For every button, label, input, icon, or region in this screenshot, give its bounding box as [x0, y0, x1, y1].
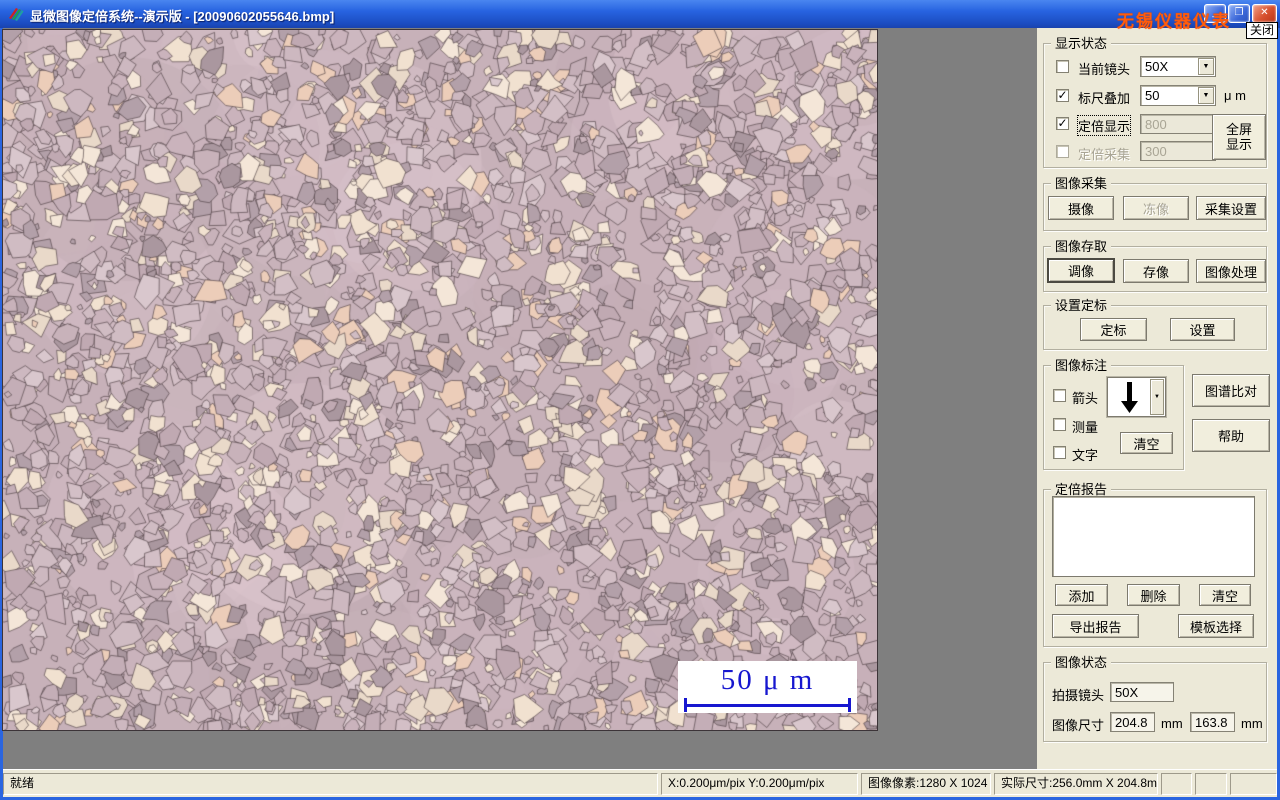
title-bar: 显微图像定倍系统--演示版 - [20090602055646.bmp] _ ❐… — [0, 0, 1280, 28]
group-storage-title: 图像存取 — [1051, 239, 1112, 254]
status-empty-panel — [1161, 773, 1192, 795]
current-lens-checkbox[interactable] — [1056, 60, 1069, 73]
scale-bar-overlay: 50 μ m — [678, 661, 857, 713]
help-button[interactable]: 帮助 — [1192, 419, 1270, 452]
status-empty-panel — [1230, 773, 1277, 795]
scale-bar-tick — [848, 698, 851, 712]
group-image-status-title: 图像状态 — [1051, 655, 1112, 670]
status-pixel-scale: X:0.200μm/pix Y:0.200μm/pix — [661, 773, 858, 795]
chevron-down-icon[interactable]: ▼ — [1198, 87, 1214, 104]
image-height-unit: mm — [1241, 716, 1263, 731]
group-annotation-title: 图像标注 — [1051, 358, 1112, 373]
scale-overlay-unit: μ m — [1224, 88, 1246, 103]
scale-overlay-combobox[interactable]: 50 ▼ — [1140, 85, 1216, 106]
text-checkbox[interactable] — [1053, 446, 1066, 459]
load-image-button[interactable]: 调像 — [1047, 258, 1115, 283]
status-ready: 就绪 — [3, 773, 658, 795]
image-size-label: 图像尺寸 — [1052, 718, 1105, 733]
window-title: 显微图像定倍系统--演示版 - [20090602055646.bmp] — [30, 9, 335, 24]
minimize-icon: _ — [1212, 7, 1218, 18]
fixed-display-field: 800 — [1140, 114, 1216, 134]
close-icon: ✕ — [1260, 7, 1269, 18]
chevron-down-icon[interactable]: ▼ — [1198, 58, 1214, 75]
arrow-style-icon — [1121, 382, 1138, 413]
fixed-capture-checkbox — [1056, 145, 1069, 158]
close-tooltip: 关闭 — [1246, 22, 1279, 39]
fixed-capture-field: 300 — [1140, 141, 1216, 161]
fullscreen-button-line2: 显示 — [1225, 137, 1252, 152]
app-icon — [9, 8, 24, 21]
restore-icon: ❐ — [1234, 7, 1244, 18]
fixed-display-checkbox[interactable]: ✓ — [1056, 117, 1069, 130]
annotation-clear-button[interactable]: 清空 — [1120, 432, 1173, 454]
minimize-button[interactable]: _ — [1204, 4, 1226, 23]
status-bar: 就绪 X:0.200μm/pix Y:0.200μm/pix 图像像素:1280… — [3, 769, 1277, 797]
image-processing-button[interactable]: 图像处理 — [1196, 259, 1266, 283]
save-image-button[interactable]: 存像 — [1123, 259, 1189, 283]
arrow-checkbox-label: 箭头 — [1072, 391, 1099, 406]
report-listbox[interactable] — [1052, 496, 1255, 577]
group-report-title: 定倍报告 — [1051, 482, 1112, 497]
group-capture-title: 图像采集 — [1051, 176, 1112, 191]
template-select-button[interactable]: 模板选择 — [1178, 614, 1254, 638]
capture-settings-button[interactable]: 采集设置 — [1196, 196, 1266, 220]
micrograph-image[interactable] — [2, 29, 878, 731]
scale-bar-line — [685, 704, 850, 707]
scale-bar-tick — [684, 698, 687, 712]
check-icon: ✓ — [1057, 88, 1068, 102]
arrow-style-combobox[interactable]: ▼ — [1107, 377, 1166, 417]
scale-overlay-label: 标尺叠加 — [1078, 91, 1131, 106]
current-lens-combobox[interactable]: 50X ▼ — [1140, 56, 1216, 77]
settings-button[interactable]: 设置 — [1170, 318, 1235, 341]
arrow-checkbox[interactable] — [1053, 389, 1066, 402]
current-lens-label: 当前镜头 — [1078, 62, 1131, 77]
capture-button[interactable]: 摄像 — [1048, 196, 1114, 220]
status-image-pixels: 图像像素:1280 X 1024 — [861, 773, 991, 795]
check-icon: ✓ — [1057, 116, 1068, 130]
scale-overlay-checkbox[interactable]: ✓ — [1056, 89, 1069, 102]
scale-bar-label: 50 μ m — [720, 664, 815, 696]
export-report-button[interactable]: 导出报告 — [1052, 614, 1139, 638]
image-height-field: 163.8 — [1190, 712, 1235, 732]
group-display-status-title: 显示状态 — [1051, 36, 1112, 51]
fixed-display-label: 定倍显示 — [1076, 115, 1132, 136]
report-delete-button[interactable]: 删除 — [1127, 584, 1180, 606]
image-width-unit: mm — [1161, 716, 1183, 731]
report-add-button[interactable]: 添加 — [1055, 584, 1108, 606]
status-actual-size: 实际尺寸:256.0mm X 204.8mm — [994, 773, 1158, 795]
atlas-compare-button[interactable]: 图谱比对 — [1192, 374, 1270, 407]
chevron-down-icon[interactable]: ▼ — [1150, 379, 1164, 415]
freeze-button: 冻像 — [1123, 196, 1189, 220]
fullscreen-button[interactable]: 全屏 显示 — [1212, 114, 1266, 160]
fullscreen-button-line1: 全屏 — [1225, 122, 1252, 137]
close-button[interactable]: ✕ — [1252, 4, 1277, 23]
fixed-capture-label: 定倍采集 — [1078, 147, 1131, 162]
text-checkbox-label: 文字 — [1072, 448, 1099, 463]
restore-button[interactable]: ❐ — [1228, 4, 1250, 23]
calibrate-button[interactable]: 定标 — [1080, 318, 1147, 341]
lens-label: 拍摄镜头 — [1052, 688, 1105, 703]
measure-checkbox-label: 测量 — [1072, 420, 1099, 435]
group-calibration-title: 设置定标 — [1051, 298, 1112, 313]
image-width-field: 204.8 — [1110, 712, 1155, 732]
report-clear-button[interactable]: 清空 — [1199, 584, 1251, 606]
measure-checkbox[interactable] — [1053, 418, 1066, 431]
status-empty-panel — [1195, 773, 1227, 795]
lens-field: 50X — [1110, 682, 1174, 702]
